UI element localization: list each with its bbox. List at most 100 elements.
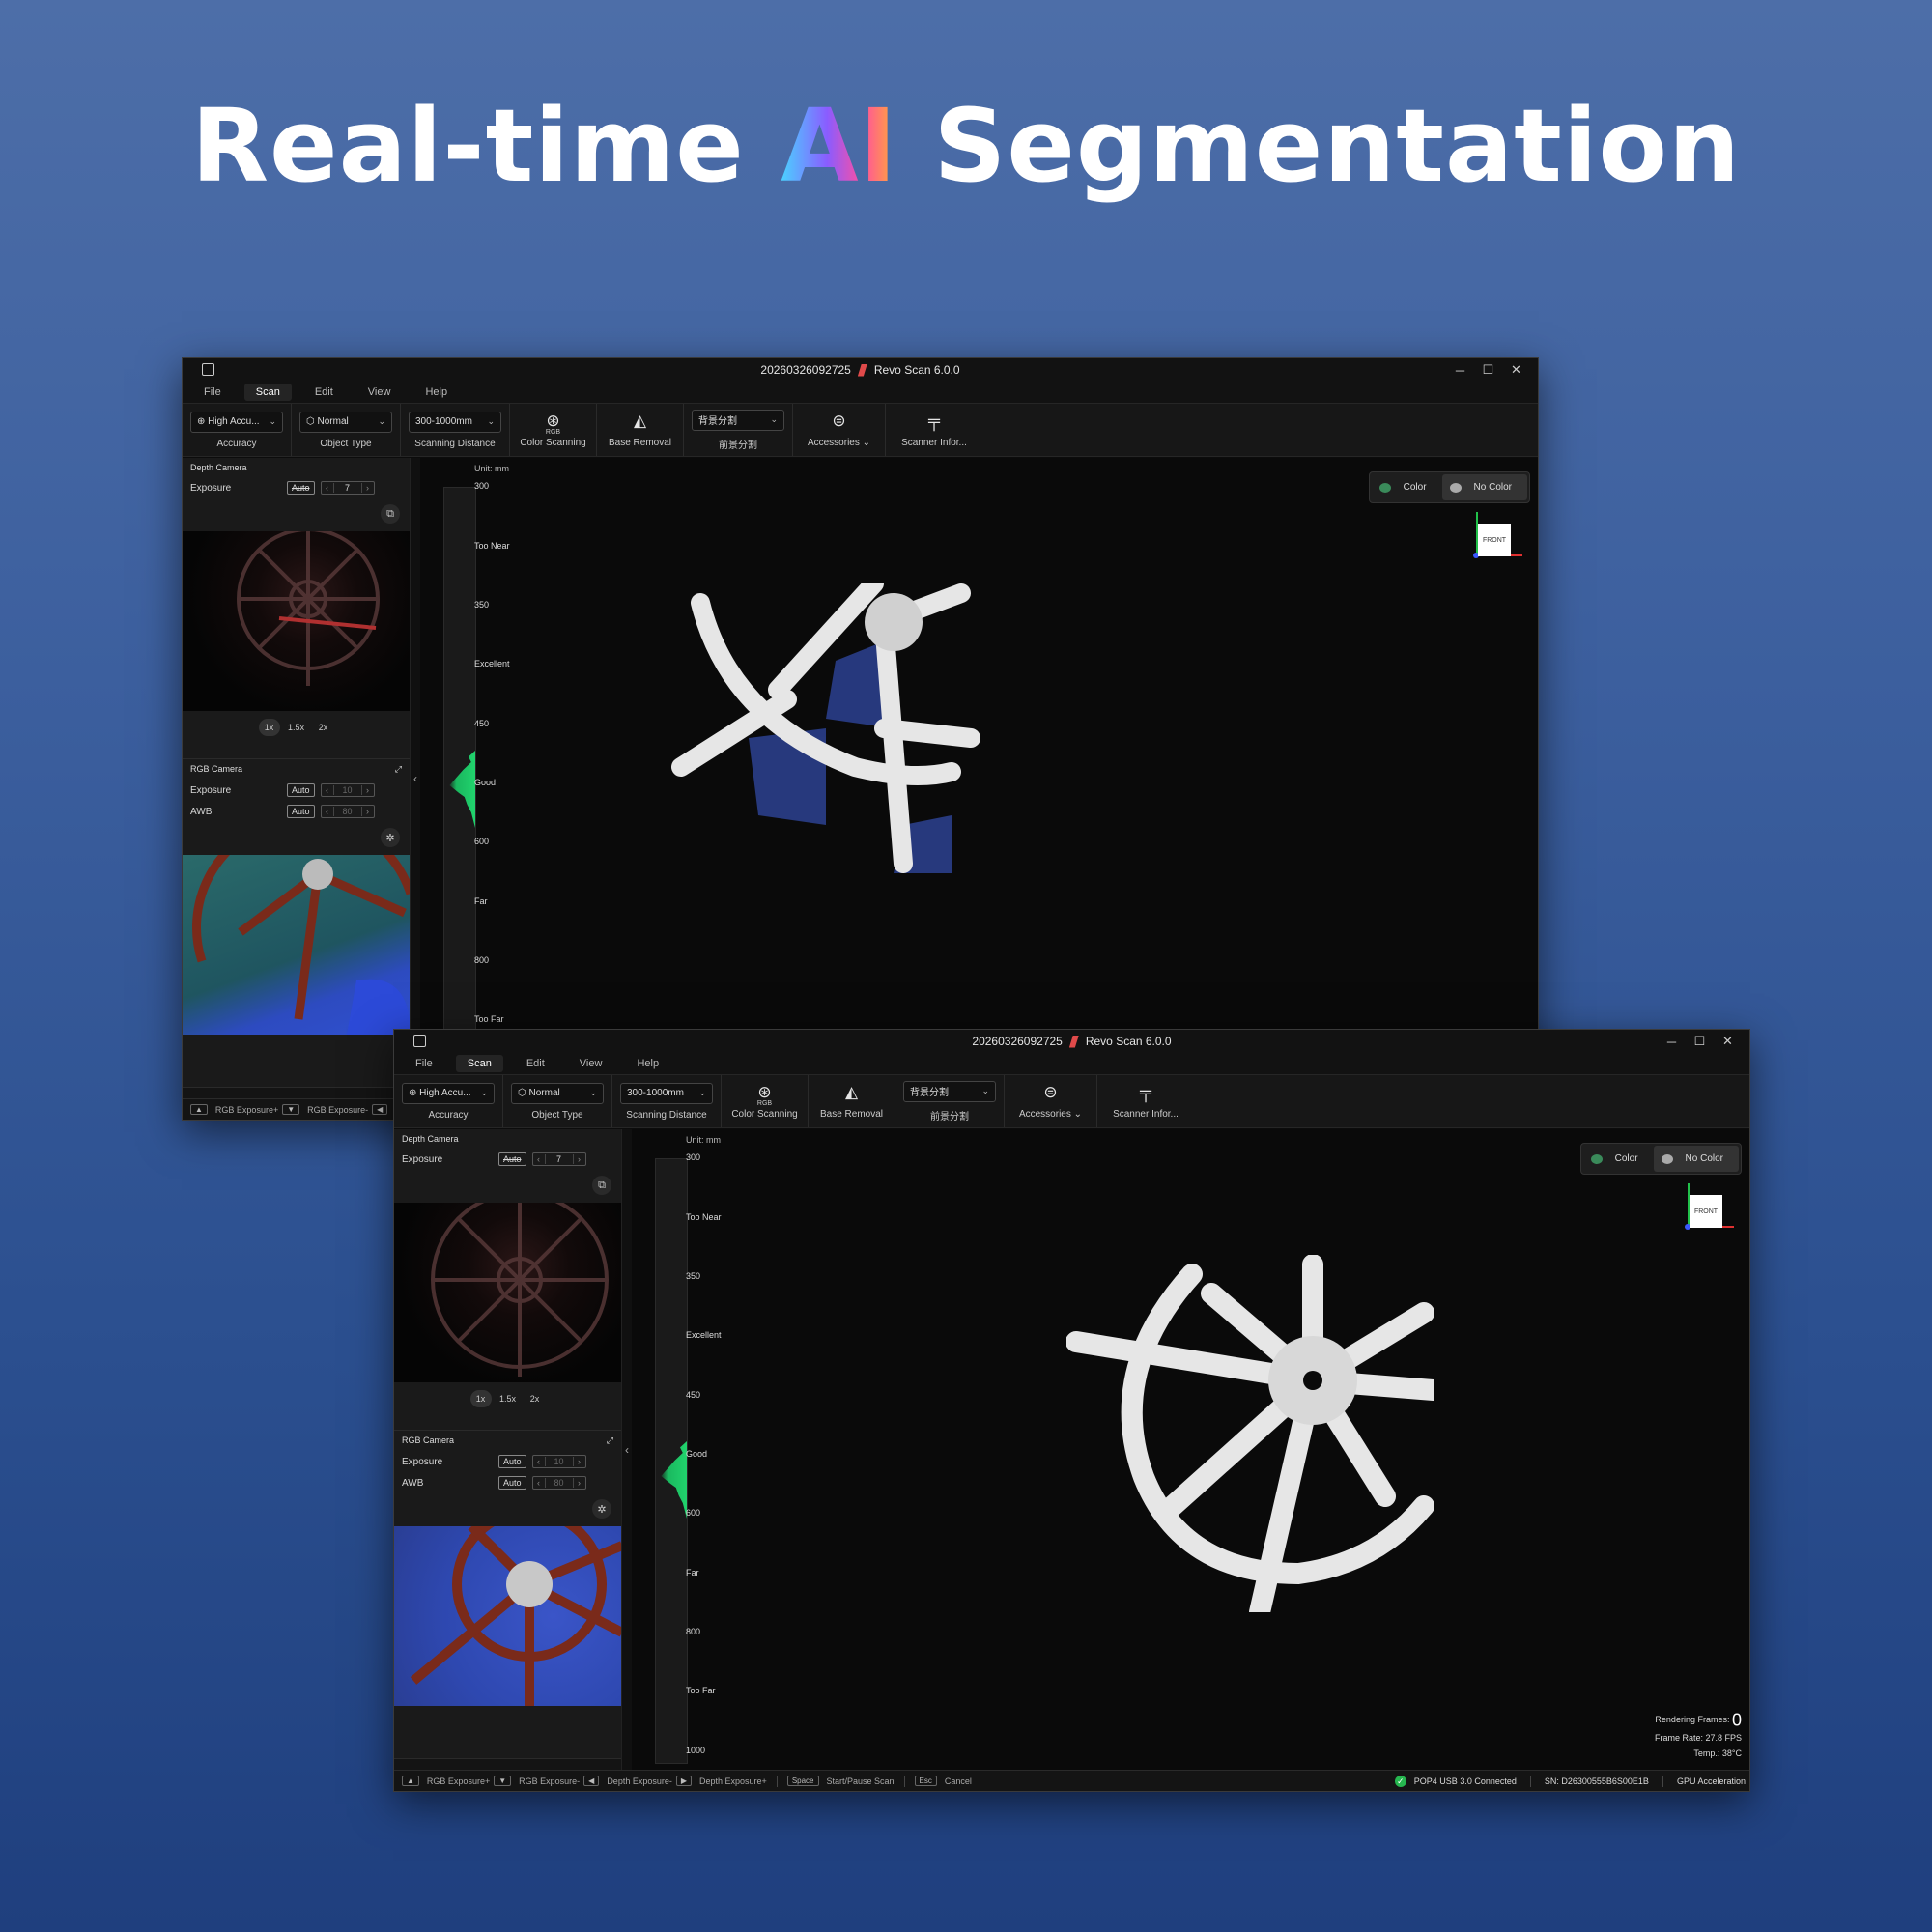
accessories-button[interactable]: ⊜ Accessories ⌄ <box>1005 1075 1097 1127</box>
app-icon <box>202 363 214 376</box>
rgb-exposure-auto-button[interactable]: Auto <box>498 1455 526 1468</box>
right-key-icon: ▶ <box>675 1776 693 1786</box>
shortcut-depth-exposure-down: Depth Exposure- <box>607 1776 672 1786</box>
front-cube[interactable]: FRONT <box>1690 1195 1722 1228</box>
awb-auto-button[interactable]: Auto <box>498 1476 526 1490</box>
color-scanning-button[interactable]: ⊛ RGB Color Scanning <box>722 1075 809 1127</box>
collapse-sidebar-icon[interactable]: ‹ <box>622 1129 632 1770</box>
zoom-1-5x[interactable]: 1.5x <box>286 719 307 736</box>
temperature: Temp.: 38°C <box>1693 1748 1742 1758</box>
menu-help[interactable]: Help <box>625 1055 670 1072</box>
zoom-1x[interactable]: 1x <box>469 1390 492 1407</box>
zoom-2x[interactable]: 2x <box>313 719 334 736</box>
rgb-exposure-stepper[interactable]: ‹ 10 › <box>531 1455 586 1468</box>
no-color-button[interactable]: No Color <box>1441 474 1527 500</box>
no-color-button-label: No Color <box>1685 1153 1723 1164</box>
minimize-button[interactable]: ─ <box>1658 1030 1686 1053</box>
accuracy-dropdown[interactable]: ⊕ High Accu... ⌄ <box>402 1082 495 1104</box>
camera-sidebar: Depth Camera Exposure Auto ‹ 7 › ⧉ 1x 1.5x 2x … <box>183 458 411 1098</box>
color-scanning-button[interactable]: ⊛ RGB Color Scanning <box>510 404 597 456</box>
accuracy-value: High Accu... <box>208 416 260 427</box>
base-removal-icon: ◭ <box>633 411 647 430</box>
expand-icon[interactable]: ⤢ <box>607 1435 613 1446</box>
object-type-dropdown[interactable]: ⬡ Normal ⌄ <box>511 1082 604 1104</box>
auto-adjust-icon[interactable]: ✲ <box>381 828 400 847</box>
orientation-gizmo[interactable]: FRONT <box>1682 1183 1734 1237</box>
menu-view[interactable]: View <box>568 1055 614 1072</box>
depth-exposure-stepper[interactable]: ‹ 7 › <box>531 1152 586 1166</box>
menu-view[interactable]: View <box>356 384 403 401</box>
front-cube[interactable]: FRONT <box>1478 524 1511 556</box>
increment-icon[interactable]: › <box>574 1154 585 1164</box>
awb-value: 80 <box>332 807 362 816</box>
scanner-info-button[interactable]: ╤ Scanner Infor... <box>1097 1075 1194 1127</box>
orientation-gizmo[interactable]: FRONT <box>1470 512 1522 566</box>
tick-label: 350 <box>686 1271 701 1281</box>
object-type-dropdown[interactable]: ⬡ Normal ⌄ <box>299 411 392 433</box>
segmentation-dropdown[interactable]: 背景分割 ⌄ <box>903 1080 996 1102</box>
base-removal-button[interactable]: ◭ Base Removal <box>597 404 684 456</box>
down-key-icon: ▼ <box>494 1776 512 1786</box>
color-button[interactable]: Color <box>1583 1146 1654 1172</box>
segmentation-label: 前景分割 <box>719 440 757 451</box>
rgb-camera-title: RGB Camera <box>190 764 243 774</box>
distance-dropdown[interactable]: 300-1000mm ⌄ <box>409 411 501 433</box>
depth-auto-button[interactable]: Auto <box>287 481 315 495</box>
unit-label: Unit: mm <box>474 464 509 473</box>
maximize-button[interactable]: ☐ <box>1474 358 1502 382</box>
scanner-info-button[interactable]: ╤ Scanner Infor... <box>886 404 982 456</box>
tick-label: 450 <box>474 719 490 728</box>
collapse-sidebar-icon[interactable]: ‹ <box>411 458 420 1098</box>
depth-exposure-value: 7 <box>544 1154 574 1164</box>
no-color-button[interactable]: No Color <box>1653 1146 1739 1172</box>
close-button[interactable]: ✕ <box>1714 1030 1742 1053</box>
rgb-exposure-auto-button[interactable]: Auto <box>287 783 315 797</box>
toolbar: ⊕ High Accu... ⌄ Accuracy ⬡ Normal ⌄ Object … <box>183 403 1538 457</box>
camera-sidebar: Depth Camera Exposure Auto ‹ 7 › ⧉ 1x 1.5x 2x … <box>394 1129 622 1770</box>
zoom-1x[interactable]: 1x <box>258 719 280 736</box>
awb-stepper[interactable]: ‹ 80 › <box>531 1476 586 1490</box>
distance-dropdown[interactable]: 300-1000mm ⌄ <box>620 1082 713 1104</box>
color-button[interactable]: Color <box>1372 474 1442 500</box>
expand-icon[interactable]: ⤢ <box>395 764 402 775</box>
app-name: Revo Scan 6.0.0 <box>1085 1035 1172 1048</box>
zoom-2x[interactable]: 2x <box>525 1390 546 1407</box>
decrement-icon[interactable]: ‹ <box>533 1154 545 1164</box>
3d-viewport[interactable]: Unit: mm 300 Too Near 350 Excellent 450 … <box>632 1129 1749 1770</box>
menu-file[interactable]: File <box>404 1055 444 1072</box>
menu-edit[interactable]: Edit <box>515 1055 556 1072</box>
headline-text: Real-time <box>190 87 781 205</box>
increment-icon[interactable]: › <box>362 483 374 493</box>
maximize-button[interactable]: ☐ <box>1686 1030 1714 1053</box>
base-removal-button[interactable]: ◭ Base Removal <box>809 1075 895 1127</box>
segmentation-dropdown[interactable]: 背景分割 ⌄ <box>692 409 784 431</box>
rgb-camera-panel: RGB Camera ⤢ Exposure Auto ‹ 10 › AWB Auto ‹ 80 ›… <box>394 1431 621 1759</box>
menu-help[interactable]: Help <box>413 384 459 401</box>
zoom-1-5x[interactable]: 1.5x <box>497 1390 519 1407</box>
menu-edit[interactable]: Edit <box>303 384 345 401</box>
minimize-button[interactable]: ─ <box>1446 358 1474 382</box>
menu-scan[interactable]: Scan <box>455 1055 503 1072</box>
rgb-exposure-label: Exposure <box>402 1456 443 1467</box>
close-button[interactable]: ✕ <box>1502 358 1530 382</box>
tick-label: 800 <box>474 955 490 965</box>
accuracy-dropdown[interactable]: ⊕ High Accu... ⌄ <box>190 411 283 433</box>
awb-auto-button[interactable]: Auto <box>287 805 315 818</box>
rgb-exposure-stepper[interactable]: ‹ 10 › <box>320 783 375 797</box>
accessories-button[interactable]: ⊜ Accessories ⌄ <box>793 404 886 456</box>
connected-check-icon: ✓ <box>1394 1776 1406 1787</box>
depth-exposure-stepper[interactable]: ‹ 7 › <box>320 481 375 495</box>
snapshot-icon[interactable]: ⧉ <box>592 1176 611 1195</box>
up-key-icon: ▲ <box>190 1104 208 1115</box>
3d-viewport[interactable]: Unit: mm 300 Too Near 350 Excellent 450 … <box>420 458 1538 1098</box>
scanner-icon: ╤ <box>927 411 941 430</box>
depth-auto-button[interactable]: Auto <box>498 1152 526 1166</box>
rgb-wheel-image <box>191 855 410 1035</box>
menu-scan[interactable]: Scan <box>243 384 292 401</box>
decrement-icon[interactable]: ‹ <box>322 483 333 493</box>
auto-adjust-icon[interactable]: ✲ <box>592 1499 611 1519</box>
awb-stepper[interactable]: ‹ 80 › <box>320 805 375 818</box>
menu-file[interactable]: File <box>192 384 233 401</box>
snapshot-icon[interactable]: ⧉ <box>381 504 400 524</box>
unit-label: Unit: mm <box>686 1135 721 1145</box>
